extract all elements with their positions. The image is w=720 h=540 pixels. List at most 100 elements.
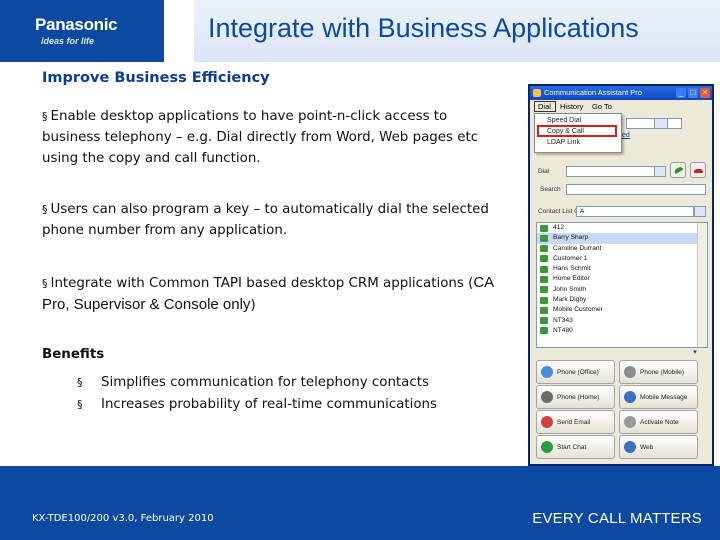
globe-icon <box>624 441 636 453</box>
contact-icon <box>540 286 548 294</box>
menu-item-ldap-link[interactable]: LDAP Link <box>547 139 580 146</box>
home-phone-icon <box>541 391 553 403</box>
slide-footer: KX-TDE100/200 v3.0, February 2010 EVERY … <box>0 466 720 540</box>
logo-text: Panasonic <box>35 15 118 34</box>
contact-name: Mobile Customer <box>553 306 603 314</box>
list-item[interactable]: Hans Schmit <box>537 264 707 274</box>
benefit-text: Simplifies communication for telephony c… <box>101 375 429 390</box>
email-icon <box>541 416 553 428</box>
note-icon <box>624 416 636 428</box>
paragraph-text: Integrate with Common TAPI based desktop… <box>50 276 474 291</box>
contact-name: Home Editor <box>553 275 590 283</box>
app-icon <box>533 89 541 97</box>
paragraph-text: Enable desktop applications to have poin… <box>42 109 479 166</box>
list-item[interactable]: Caroline Durrant <box>537 244 707 254</box>
hang-up-icon[interactable] <box>690 162 706 178</box>
bullet-paragraph: § Enable desktop applications to have poi… <box>42 106 502 169</box>
dial-input[interactable] <box>566 166 666 177</box>
logo-tagline: ideas for life <box>41 36 95 46</box>
window-titlebar: Communication Assistant Pro _ □ × <box>530 86 712 100</box>
bullet-marker: § <box>77 376 83 389</box>
list-item[interactable]: Home Editor <box>537 274 707 284</box>
menu-item-copy-and-call[interactable]: Copy & Call <box>547 128 584 135</box>
activate-note-button[interactable]: Activate Note <box>619 410 698 434</box>
benefits-list: § Simplifies communication for telephony … <box>77 372 487 416</box>
message-icon <box>624 391 636 403</box>
footer-slogan: EVERY CALL MATTERS <box>532 510 702 527</box>
web-button[interactable]: Web <box>619 435 698 459</box>
scroll-down-icon[interactable]: ▾ <box>688 348 702 357</box>
list-item[interactable]: Barry Sharp <box>537 233 707 244</box>
chevron-down-icon[interactable] <box>654 118 668 129</box>
paragraph-text: Users can also program a key – to automa… <box>42 202 489 238</box>
list-item[interactable]: Customer 1 <box>537 254 707 264</box>
bullet-marker: § <box>42 277 48 290</box>
phone-home-button[interactable]: Phone (Home) <box>536 385 615 409</box>
bullet-marker: § <box>77 398 83 411</box>
contact-icon <box>540 317 548 325</box>
button-label: Web <box>640 444 654 451</box>
search-label: Search <box>540 186 561 193</box>
minimize-icon[interactable]: _ <box>676 88 686 98</box>
list-scrollbar[interactable] <box>697 223 707 347</box>
phone-office-button[interactable]: Phone (Office) <box>536 360 615 384</box>
bullet-marker: § <box>42 110 48 123</box>
call-icon[interactable] <box>670 162 686 178</box>
list-item[interactable]: 412 <box>537 223 707 233</box>
contact-name: NT343 <box>553 316 573 324</box>
panasonic-logo: Panasonic ideas for life <box>0 0 164 62</box>
dial-label: Dial <box>538 168 550 175</box>
menu-bar: Dial History Go To <box>530 100 712 113</box>
mobile-icon <box>624 366 636 378</box>
menu-item-speed-dial[interactable]: Speed Dial <box>547 117 581 124</box>
group-select[interactable]: A <box>576 206 694 217</box>
list-item: § Increases probability of real-time comm… <box>77 394 487 416</box>
window-title: Communication Assistant Pro <box>544 88 642 97</box>
phone-mobile-button[interactable]: Phone (Mobile) <box>619 360 698 384</box>
menu-dial[interactable]: Dial <box>538 102 551 111</box>
button-label: Start Chat <box>557 444 587 451</box>
dial-dropdown-menu: Speed Dial Copy & Call LDAP Link <box>534 113 622 153</box>
contact-icon <box>540 265 548 273</box>
benefits-heading: Benefits <box>42 347 105 362</box>
menu-history[interactable]: History <box>560 102 583 111</box>
start-chat-button[interactable]: Start Chat <box>536 435 615 459</box>
menu-go-to[interactable]: Go To <box>592 102 612 111</box>
chevron-down-icon[interactable] <box>694 206 706 217</box>
list-item[interactable]: NT343 <box>537 316 707 326</box>
maximize-icon[interactable]: □ <box>688 88 698 98</box>
paragraph-text-end: ) <box>250 298 256 313</box>
communication-assistant-screenshot: Communication Assistant Pro _ □ × Dial H… <box>528 84 714 466</box>
button-label: Phone (Home) <box>557 394 600 401</box>
bullet-marker: § <box>42 203 48 216</box>
search-input[interactable] <box>566 184 706 195</box>
chevron-down-icon[interactable] <box>654 166 666 177</box>
button-label: Phone (Mobile) <box>640 369 685 376</box>
slide-title: Integrate with Business Applications <box>208 13 639 43</box>
list-item[interactable]: Mobile Customer <box>537 305 707 315</box>
title-banner: Integrate with Business Applications <box>194 0 720 62</box>
bullet-paragraph: § Users can also program a key – to autom… <box>42 199 502 241</box>
bullet-paragraph: § Integrate with Common TAPI based deskto… <box>42 272 502 316</box>
phone-icon <box>541 366 553 378</box>
contact-icon <box>540 296 548 304</box>
footer-document-code: KX-TDE100/200 v3.0, February 2010 <box>32 513 214 524</box>
link-text[interactable]: ed <box>622 132 630 139</box>
contact-name: Barry Sharp <box>553 234 589 242</box>
contact-name: Customer 1 <box>553 254 588 262</box>
contact-name: John Smith <box>553 285 586 293</box>
close-icon[interactable]: × <box>700 88 710 98</box>
list-item[interactable]: John Smith <box>537 285 707 295</box>
contact-name: Hans Schmit <box>553 265 591 273</box>
contact-icon <box>540 306 548 314</box>
slide-header: Panasonic ideas for life Integrate with … <box>0 0 720 62</box>
list-item[interactable]: Mark Digby <box>537 295 707 305</box>
send-email-button[interactable]: Send Email <box>536 410 615 434</box>
contact-name: NT480 <box>553 326 573 334</box>
list-item[interactable]: NT480 <box>537 326 707 336</box>
contact-icon <box>540 224 548 232</box>
button-label: Activate Note <box>640 419 679 426</box>
mobile-message-button[interactable]: Mobile Message <box>619 385 698 409</box>
button-label: Mobile Message <box>640 394 688 401</box>
contact-list: 412 Barry Sharp Caroline Durrant Custome… <box>536 222 708 348</box>
